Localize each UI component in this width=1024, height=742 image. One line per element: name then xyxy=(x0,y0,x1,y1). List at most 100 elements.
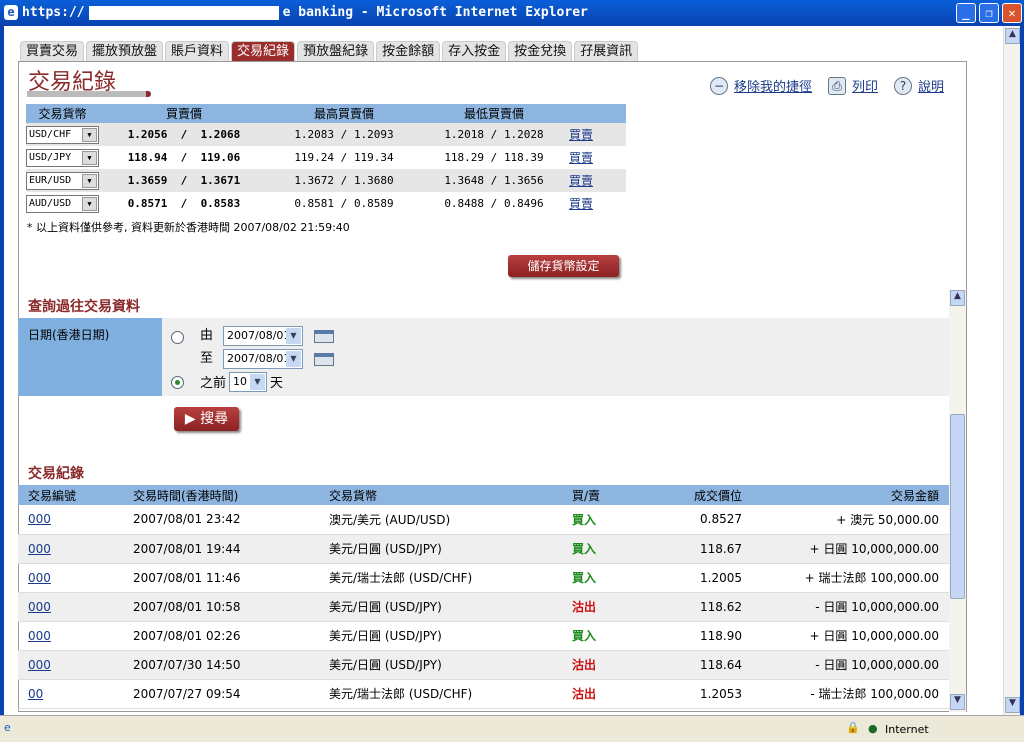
chevron-down-icon: ▼ xyxy=(82,173,97,188)
high-cell: 0.8581 / 0.8589 xyxy=(294,197,394,210)
tab-6[interactable]: 存入按金 xyxy=(442,41,507,62)
transaction-id-link[interactable]: 000 xyxy=(28,658,51,672)
currency-pair-select[interactable]: EUR/USD ▼ xyxy=(26,171,99,190)
chevron-down-icon: ▼ xyxy=(286,351,301,367)
trade-link[interactable]: 買賣 xyxy=(569,151,593,165)
side-cell: 沽出 xyxy=(562,592,632,622)
currency-pair-select[interactable]: USD/CHF ▼ xyxy=(26,125,99,144)
page-scrollbar[interactable]: ▲ ▼ xyxy=(1003,26,1020,715)
low-ask: 1.3656 xyxy=(503,174,544,187)
tab-0[interactable]: 買賣交易 xyxy=(20,41,85,62)
ask: 1.2068 xyxy=(200,128,241,141)
pair-cell: 美元/瑞士法郎 (USD/CHF) xyxy=(319,679,562,709)
trade-link[interactable]: 買賣 xyxy=(569,128,593,142)
chevron-down-icon: ▼ xyxy=(82,150,97,165)
col-header: 交易貨幣 xyxy=(319,485,562,505)
print-link[interactable]: 列印 xyxy=(852,76,878,95)
transaction-id-link[interactable]: 00 xyxy=(28,687,43,701)
col-header: 買賣價 xyxy=(99,104,269,123)
days-before-radio[interactable] xyxy=(171,376,184,389)
tab-4[interactable]: 預放盤紀錄 xyxy=(297,41,375,62)
trade-link[interactable]: 買賣 xyxy=(569,197,593,211)
price-cell: 0.8527 xyxy=(632,505,752,535)
pair-cell: EUR/USD ▼ xyxy=(26,169,99,192)
col-header: 交易貨幣 xyxy=(26,104,99,123)
tab-7[interactable]: 按金兌換 xyxy=(508,41,573,62)
search-button[interactable]: ▶ 搜尋 xyxy=(174,407,239,431)
inner-scrollbar[interactable]: ▲ ▼ xyxy=(949,290,966,712)
action-cell: 買賣 xyxy=(569,123,626,146)
before-label: 之前 xyxy=(200,376,227,391)
bid: 118.94 xyxy=(127,151,168,164)
table-row: 000 2007/08/01 10:58 美元/日圓 (USD/JPY) 沽出 118.… xyxy=(18,592,949,622)
transaction-id-link[interactable]: 000 xyxy=(28,542,51,556)
pair-cell: 美元/瑞士法郎 (USD/CHF) xyxy=(319,563,562,593)
transaction-id-link[interactable]: 000 xyxy=(28,600,51,614)
table-row: 000 2007/08/01 19:44 美元/日圓 (USD/JPY) 買入 118.… xyxy=(18,534,949,564)
rate-row: USD/CHF ▼ 1.2056 / 1.2068 1.2083 / 1.2093 1.… xyxy=(26,123,626,146)
high-bid: 0.8581 xyxy=(294,197,335,210)
window-title-prefix: https:// xyxy=(22,5,85,20)
trade-link[interactable]: 買賣 xyxy=(569,174,593,188)
table-row: 000 2007/08/01 23:42 澳元/美元 (AUD/USD) 買入 0.85… xyxy=(18,505,949,535)
pair-cell: 美元/日圓 (USD/JPY) xyxy=(319,534,562,564)
scroll-down-button[interactable]: ▼ xyxy=(950,694,965,710)
calendar-icon[interactable] xyxy=(314,330,334,343)
currency-pair-select[interactable]: USD/JPY ▼ xyxy=(26,148,99,167)
scroll-up-button[interactable]: ▲ xyxy=(1005,28,1020,44)
status-bar: e 🔒 ● Internet xyxy=(0,715,1024,742)
tab-8[interactable]: 孖展資訊 xyxy=(574,41,639,62)
to-label: 至 xyxy=(200,351,214,366)
minimize-button[interactable]: _ xyxy=(956,3,976,23)
side-cell: 沽出 xyxy=(562,679,632,709)
calendar-icon[interactable] xyxy=(314,353,334,366)
scroll-down-button[interactable]: ▼ xyxy=(1005,697,1020,713)
ask: 119.06 xyxy=(200,151,241,164)
rate-row: USD/JPY ▼ 118.94 / 119.06 119.24 / 119.34 11… xyxy=(26,146,626,169)
action-cell: 買賣 xyxy=(569,192,626,215)
records-section-title: 交易紀錄 xyxy=(28,466,84,482)
tab-1[interactable]: 擺放預放盤 xyxy=(86,41,164,62)
from-label: 由 xyxy=(200,328,214,343)
price-cell: 1.2005 xyxy=(632,563,752,593)
scroll-thumb[interactable] xyxy=(950,414,965,599)
transaction-id-link[interactable]: 000 xyxy=(28,512,51,526)
transaction-id-link[interactable]: 000 xyxy=(28,571,51,585)
id-cell: 00 xyxy=(18,679,123,709)
col-header: 買/賣 xyxy=(562,485,632,505)
close-button[interactable]: ✕ xyxy=(1002,3,1022,23)
id-cell: 000 xyxy=(18,563,123,593)
title-bar: e https:// e banking - Microsoft Internet… xyxy=(0,0,1024,26)
help-link[interactable]: 說明 xyxy=(918,76,944,95)
transaction-id-link[interactable]: 000 xyxy=(28,629,51,643)
currency-pair-select[interactable]: AUD/USD ▼ xyxy=(26,194,99,213)
query-form: 日期(香港日期) 由 2007/08/01 ▼ 至 2007/08/01 ▼ 之前 … xyxy=(18,318,949,396)
col-header: 交易金額 xyxy=(752,485,949,505)
days-select[interactable]: 10 ▼ xyxy=(229,372,267,392)
low-bid: 0.8488 xyxy=(444,197,485,210)
to-date-select[interactable]: 2007/08/01 ▼ xyxy=(223,349,303,369)
redaction xyxy=(88,5,279,20)
tab-5[interactable]: 按金餘額 xyxy=(376,41,441,62)
high-bid: 1.3672 xyxy=(294,174,335,187)
from-date-select[interactable]: 2007/08/01 ▼ xyxy=(223,326,303,346)
low-cell: 0.8488 / 0.8496 xyxy=(444,197,544,210)
time-cell: 2007/08/01 19:44 xyxy=(123,534,319,564)
id-cell: 000 xyxy=(18,621,123,651)
remove-shortcut-link[interactable]: 移除我的捷徑 xyxy=(734,76,812,95)
remove-icon: − xyxy=(710,76,728,95)
date-range-radio[interactable] xyxy=(171,331,184,344)
maximize-button[interactable]: ❐ xyxy=(979,3,999,23)
action-cell: 買賣 xyxy=(569,169,626,192)
side-cell: 買入 xyxy=(562,563,632,593)
tab-3[interactable]: 交易紀錄 xyxy=(231,41,296,62)
tab-2[interactable]: 賬戶資料 xyxy=(165,41,230,62)
low-cell: 1.2018 / 1.2028 xyxy=(419,123,569,146)
scroll-up-button[interactable]: ▲ xyxy=(950,290,965,306)
time-cell: 2007/08/01 10:58 xyxy=(123,592,319,622)
rates-table: 交易貨幣 買賣價 最高買賣價 最低買賣價 USD/CHF ▼ 1.2056 / 1.… xyxy=(26,104,626,215)
table-row: 000 2007/08/01 11:46 美元/瑞士法郎 (USD/CHF) 買入 1.… xyxy=(18,563,949,593)
high-ask: 1.3680 xyxy=(353,174,394,187)
save-currency-settings-button[interactable]: 儲存貨幣設定 xyxy=(508,255,619,277)
high-bid: 119.24 xyxy=(294,151,335,164)
